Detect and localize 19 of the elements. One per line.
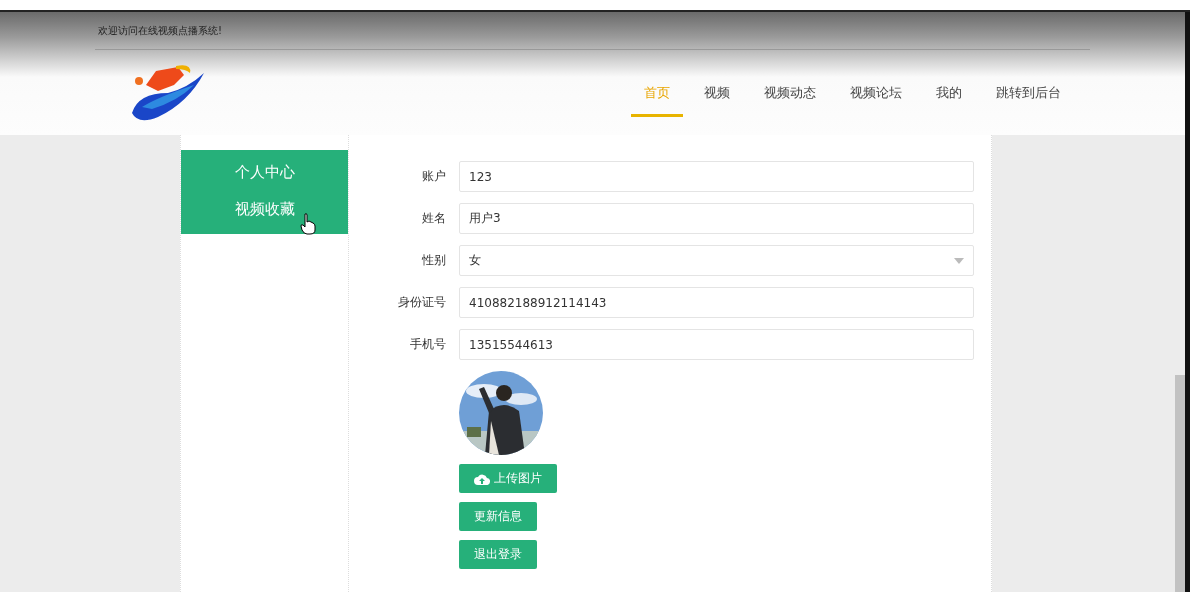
nav-tab[interactable]: 视频论坛 [837, 68, 915, 117]
nav-tab[interactable]: 视频动态 [751, 68, 829, 117]
input-field[interactable]: 410882188912114143 [459, 287, 974, 318]
field-label: 账户 [421, 168, 446, 185]
cloud-upload-icon [474, 472, 490, 485]
input-field[interactable]: 123 [459, 161, 974, 192]
nav-tab[interactable]: 视频 [691, 68, 743, 117]
field-label: 手机号 [409, 336, 446, 353]
welcome-text: 欢迎访问在线视频点播系统! [98, 23, 222, 38]
input-field[interactable]: 用户3 [459, 203, 974, 234]
input-field[interactable]: 13515544613 [459, 329, 974, 360]
select-field[interactable]: 女 [459, 245, 974, 276]
field-label: 身份证号 [397, 294, 446, 311]
nav-tab[interactable]: 我的 [923, 68, 975, 117]
caret-icon [954, 257, 964, 264]
nav-tab[interactable]: 跳转到后台 [983, 68, 1074, 117]
field-label: 姓名 [421, 210, 446, 227]
hand-cursor-icon [300, 213, 316, 235]
field-label: 性别 [421, 252, 446, 269]
